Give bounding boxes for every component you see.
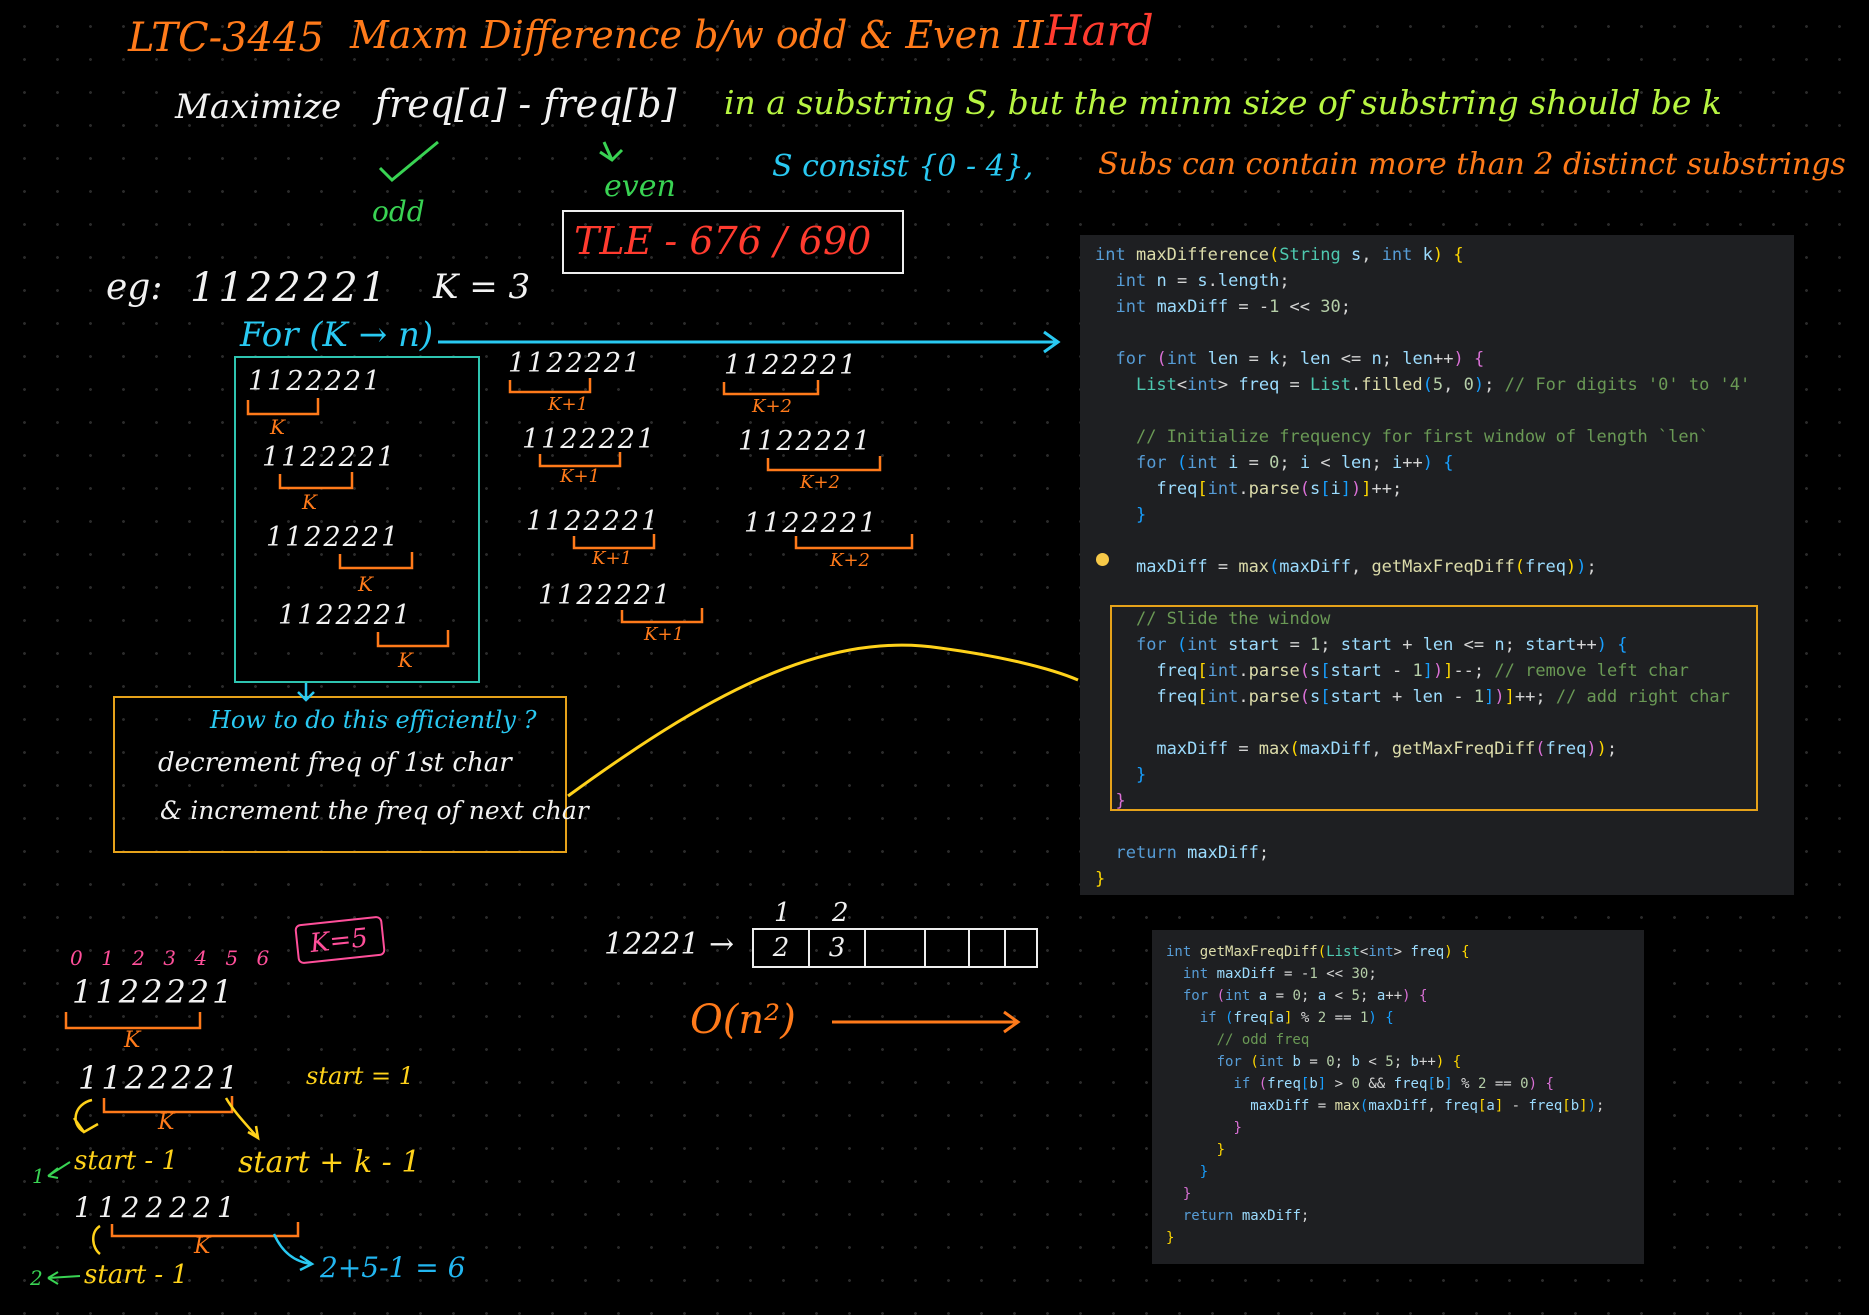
efficiency-to-code-curve: [567, 643, 1079, 798]
window-k-1-brace: [246, 398, 320, 416]
window-k1-4-brace: [620, 608, 704, 624]
window-k2-2-brace: [766, 456, 882, 472]
walk-brace-3: [110, 1222, 300, 1238]
odd-check-mark: [378, 140, 439, 183]
window-k1-1-brace: [508, 378, 592, 394]
start-plus-arrow: [224, 1097, 260, 1141]
walk-brace-2: [102, 1096, 234, 1114]
window-k-4-brace: [376, 630, 450, 648]
ink-strokes: [47, 140, 1079, 1285]
window-k2-3-brace: [794, 534, 914, 550]
loop-to-code-arrow: [438, 330, 1061, 354]
left-index-arrow-1: [47, 1161, 71, 1179]
window-k2-1-brace: [722, 380, 820, 396]
walk-brace-1: [64, 1012, 202, 1030]
start-minus-arrow: [72, 1098, 99, 1134]
even-arrow: [599, 141, 624, 162]
complexity-arrow: [832, 1010, 1021, 1034]
window-k1-3-brace: [572, 534, 656, 550]
window-k1-2-brace: [538, 452, 622, 468]
left-index-arrow-2: [47, 1271, 81, 1285]
window-k-2-brace: [278, 472, 354, 490]
start-minus-arrow-2: [92, 1224, 101, 1255]
box-down-arrow: [297, 683, 315, 702]
sum-curve-arrow: [272, 1233, 315, 1272]
window-k-3-brace: [338, 552, 414, 570]
